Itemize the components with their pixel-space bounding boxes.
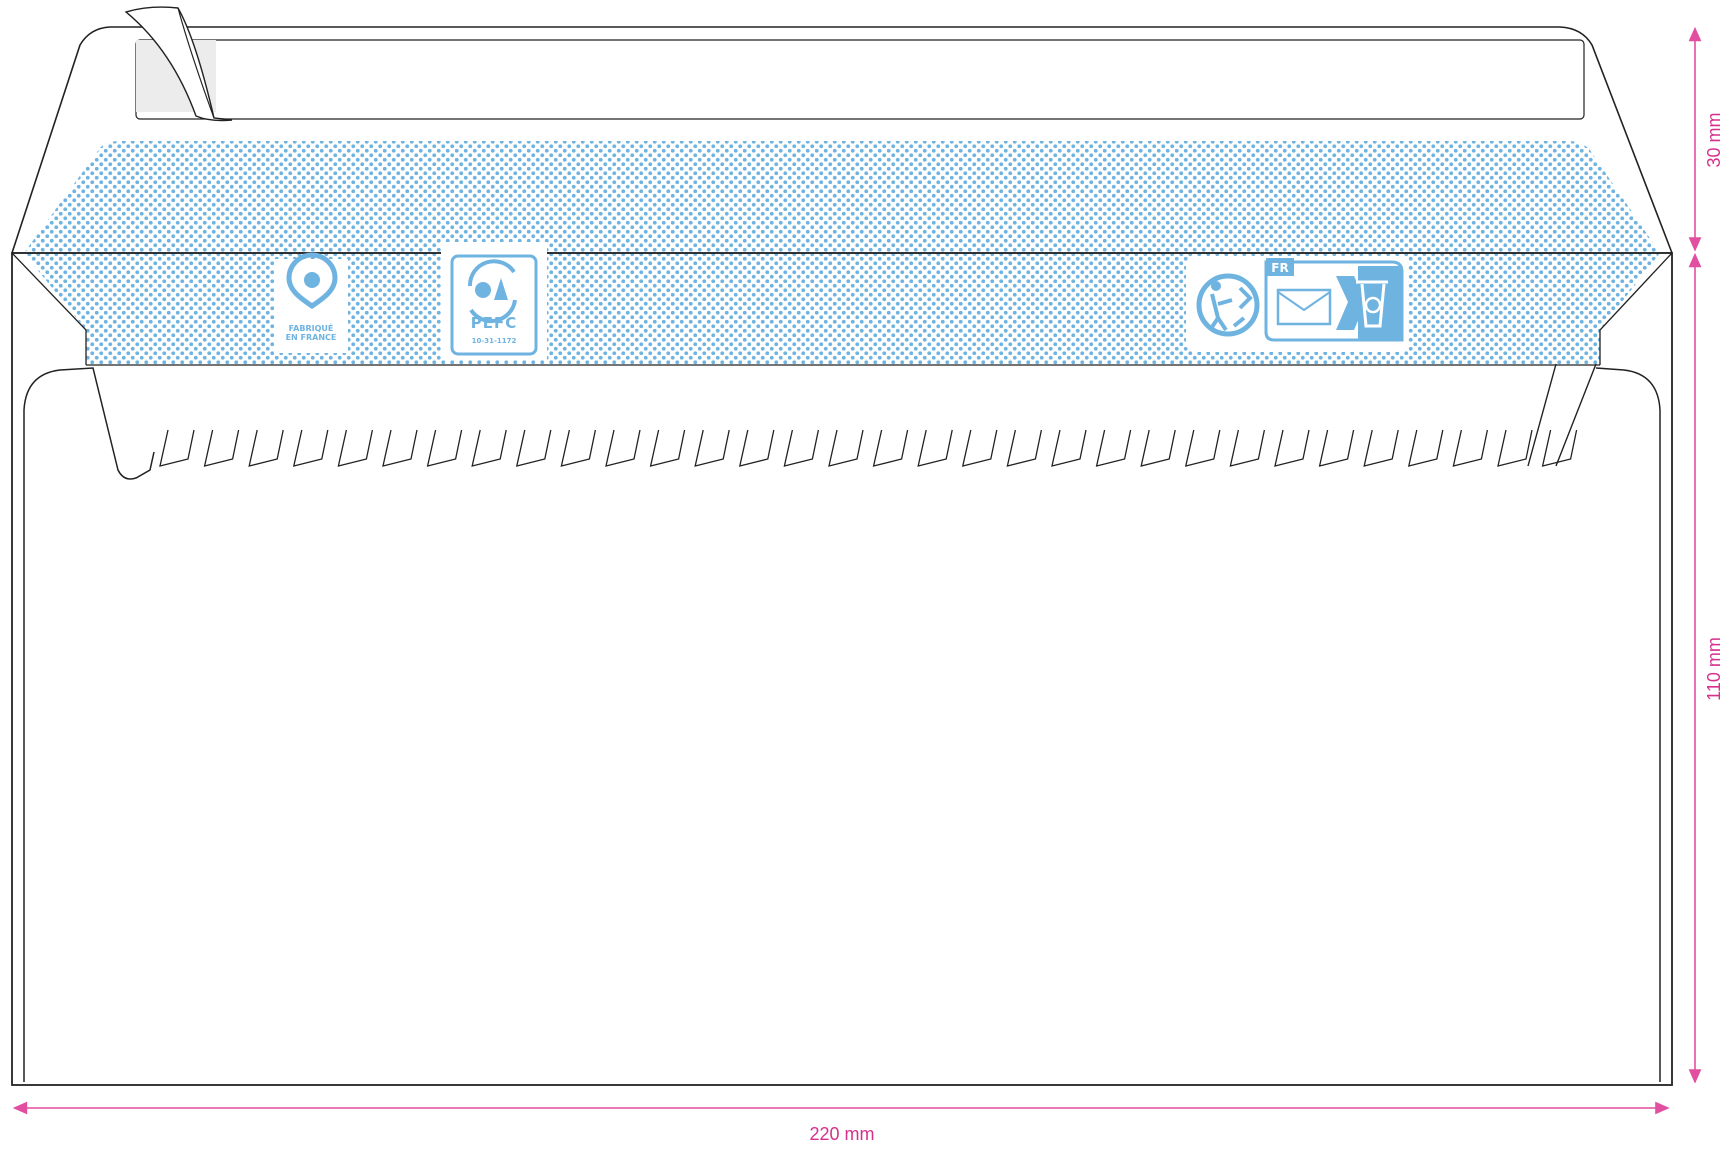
tree-crown-icon: [475, 282, 491, 298]
tear-mark: [292, 429, 329, 467]
right-tab-edges: [1527, 363, 1597, 467]
body-height-dimension-label: 110 mm: [1704, 637, 1724, 701]
tear-mark: [1318, 429, 1355, 467]
inner-pocket-outline-right: [1595, 367, 1661, 1082]
width-dimension-label: 220 mm: [809, 1124, 874, 1144]
tear-mark: [515, 429, 552, 467]
tear-mark: [1229, 429, 1266, 467]
fabrique-line1: FABRIQUÉ: [289, 322, 334, 333]
tear-mark: [872, 429, 909, 467]
tear-mark: [382, 429, 418, 467]
triman-logo: FR: [1186, 256, 1408, 352]
fabrique-line2: EN FRANCE: [286, 333, 337, 342]
tear-mark: [337, 429, 374, 467]
tear-mark: [1184, 429, 1221, 467]
inner-pocket-outline: [23, 367, 155, 1082]
tear-mark: [1363, 429, 1399, 467]
tear-mark: [1274, 429, 1310, 467]
triman-head-icon: [1211, 281, 1221, 291]
tear-mark: [1140, 429, 1176, 467]
tear-mark: [738, 429, 775, 467]
tear-mark: [828, 429, 864, 467]
pefc-name: PEFC: [471, 314, 518, 332]
tear-mark: [560, 429, 597, 467]
triman-country: FR: [1271, 261, 1288, 275]
tear-mark: [159, 429, 195, 467]
tear-mark: [1006, 429, 1043, 467]
tear-mark: [605, 429, 641, 467]
tear-mark: [248, 429, 284, 467]
pefc-code: 10-31-1172: [472, 337, 517, 345]
tear-mark: [649, 429, 686, 467]
tear-mark: [1541, 429, 1578, 467]
tear-mark: [1095, 429, 1132, 467]
envelope-diagram: FABRIQUÉ EN FRANCE PEFC 10-31-1172 FR 22…: [11, 6, 1724, 1144]
tear-strip-marks: [159, 429, 1578, 467]
tear-mark: [917, 429, 953, 467]
tear-mark: [1452, 429, 1489, 467]
tear-mark: [1407, 429, 1444, 467]
tear-mark: [471, 429, 507, 467]
tear-mark: [426, 429, 463, 467]
fabrique-en-france-logo: FABRIQUÉ EN FRANCE: [274, 252, 348, 353]
envelope-body-outline: [11, 252, 1673, 1086]
tear-mark: [1497, 429, 1533, 467]
tear-mark: [694, 429, 730, 467]
adhesive-strip: [135, 39, 1585, 120]
tear-mark: [203, 429, 240, 467]
tear-mark: [1051, 429, 1087, 467]
flap-height-dimension-label: 30 mm: [1704, 112, 1724, 167]
pefc-logo: PEFC 10-31-1172: [441, 242, 547, 360]
pin-dot-icon: [304, 272, 320, 288]
tear-mark: [783, 429, 820, 467]
tear-mark: [961, 429, 998, 467]
